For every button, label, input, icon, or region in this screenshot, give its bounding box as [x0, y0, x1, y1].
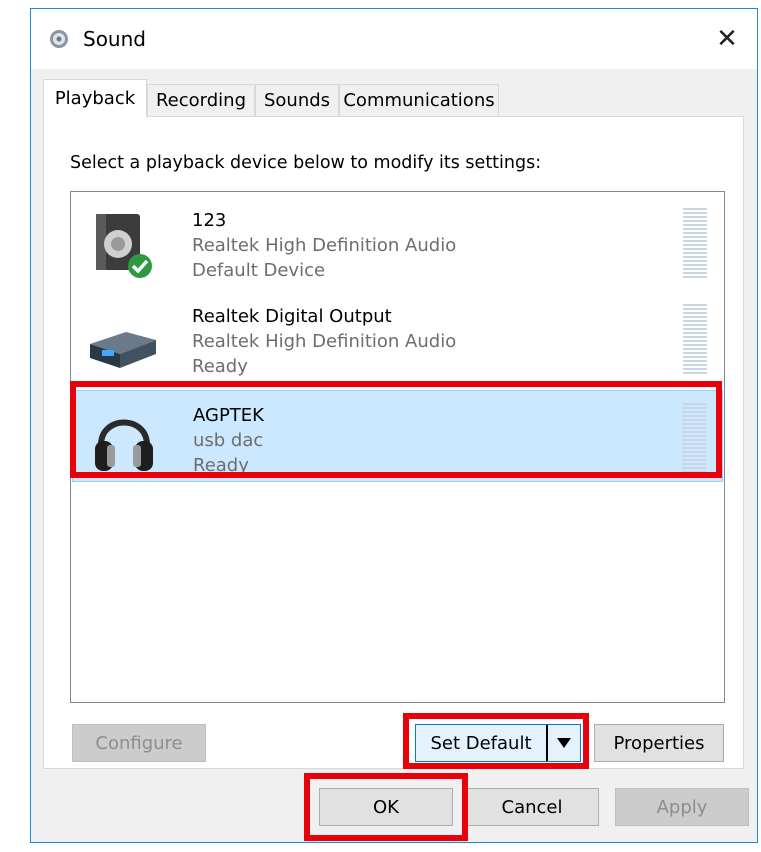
configure-button[interactable]: Configure	[72, 724, 206, 762]
ok-label: OK	[373, 796, 399, 818]
list-item-selected[interactable]: AGPTEK usb dac Ready	[72, 390, 723, 482]
device-list[interactable]: 123 Realtek High Definition Audio Defaul…	[70, 191, 725, 703]
set-default-button[interactable]: Set Default	[415, 724, 581, 762]
device-driver: Realtek High Definition Audio	[192, 235, 457, 256]
tab-sounds[interactable]: Sounds	[255, 84, 339, 116]
device-status: Ready	[193, 455, 249, 476]
tab-playback[interactable]: Playback	[43, 79, 147, 117]
cancel-label: Cancel	[501, 796, 563, 818]
device-status: Ready	[192, 356, 248, 377]
device-name: AGPTEK	[193, 405, 264, 426]
device-driver: usb dac	[193, 430, 264, 451]
title-bar[interactable]: Sound ✕	[31, 9, 757, 69]
playback-panel: Select a playback device below to modify…	[43, 116, 744, 769]
cancel-button[interactable]: Cancel	[465, 788, 599, 826]
sound-dialog: Sound ✕ Playback Recording Sounds Commun…	[30, 8, 758, 843]
device-name: Realtek Digital Output	[192, 306, 392, 327]
volume-meter	[683, 304, 707, 376]
close-button[interactable]: ✕	[697, 9, 757, 69]
speaker-icon	[50, 30, 68, 48]
volume-meter	[682, 403, 706, 475]
ok-button[interactable]: OK	[319, 788, 453, 826]
set-default-dropdown[interactable]	[546, 725, 580, 761]
tab-communications[interactable]: Communications	[339, 84, 499, 116]
properties-button[interactable]: Properties	[594, 724, 724, 762]
list-item[interactable]: Realtek Digital Output Realtek High Defi…	[72, 292, 723, 384]
speaker-default-icon	[96, 214, 152, 278]
chevron-down-icon	[557, 738, 571, 748]
list-item[interactable]: 123 Realtek High Definition Audio Defaul…	[72, 196, 723, 288]
device-name: 123	[192, 210, 227, 231]
digital-output-icon	[90, 332, 156, 368]
configure-label: Configure	[95, 732, 183, 754]
tab-recording[interactable]: Recording	[147, 84, 255, 116]
apply-button[interactable]: Apply	[615, 788, 749, 826]
volume-meter	[683, 208, 707, 280]
close-icon: ✕	[716, 24, 738, 54]
headphones-icon	[95, 419, 153, 471]
device-status: Default Device	[192, 260, 326, 281]
window-title: Sound	[83, 27, 146, 51]
properties-label: Properties	[613, 732, 705, 754]
apply-label: Apply	[656, 796, 708, 818]
set-default-label: Set Default	[430, 732, 532, 754]
instruction-text: Select a playback device below to modify…	[70, 153, 542, 173]
device-driver: Realtek High Definition Audio	[192, 331, 457, 352]
